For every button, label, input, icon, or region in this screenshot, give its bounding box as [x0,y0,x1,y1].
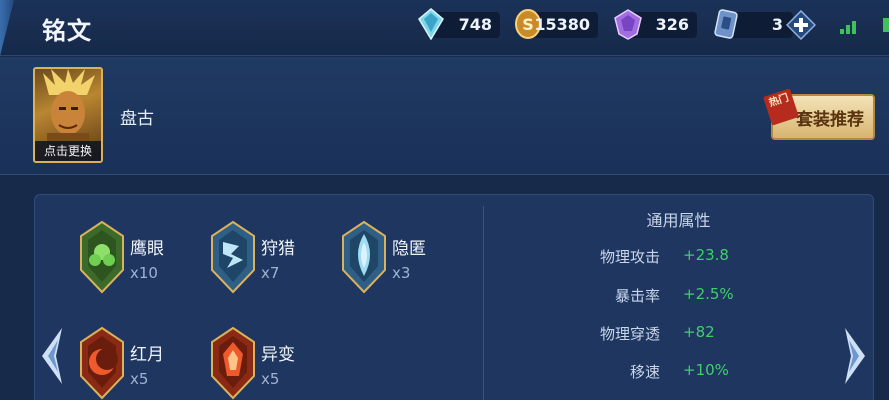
diamond-crystal-icon [418,8,444,44]
chevron-right-icon [845,328,865,384]
stat-value: +23.8 [683,246,729,264]
stat-row: 暴击率 +2.5% [483,285,874,307]
rune-item[interactable]: 狩猎 x7 [209,220,339,300]
rune-count: x5 [130,370,149,388]
top-bar: 铭文 748 S 15380 326 3 [0,0,889,56]
rune-count: x10 [130,264,158,282]
rune-item[interactable]: 异变 x5 [209,326,339,400]
stat-row: 物理攻击 +23.8 [483,246,874,268]
resource-value: 748 [458,15,492,34]
hero-strip: 点击更换 盘古 [0,57,889,175]
signal-icon [840,18,862,34]
hero-portrait[interactable]: 点击更换 [33,67,103,163]
rune-item[interactable]: 鹰眼 x10 [78,220,208,300]
chevron-left-icon [42,328,62,384]
prev-page-button[interactable] [38,326,66,386]
stat-row: 移速 +10% [483,361,874,383]
battery-edge [883,18,889,32]
stat-name: 物理穿透 [599,325,660,343]
rune-item[interactable]: 红月 x5 [78,326,208,400]
rune-name: 隐匿 [392,239,426,259]
stats-title: 通用属性 [646,211,711,230]
stat-name: 暴击率 [614,287,660,305]
rune-name: 红月 [130,345,164,365]
rune-hunt-icon [211,220,255,294]
rune-redmoon-icon [80,326,124,400]
rune-name: 鹰眼 [130,239,164,259]
back-corner[interactable] [0,0,14,56]
stat-row: 物理穿透 +82 [483,323,874,345]
resource-diamond: 748 [418,8,500,41]
stat-name: 物理攻击 [599,248,660,266]
rune-count: x3 [392,264,411,282]
stat-value: +10% [683,361,729,379]
resource-value: 15380 [534,15,590,34]
rune-item[interactable]: 隐匿 x3 [340,220,470,300]
set-recommend-button[interactable]: 热门 套装推荐 [763,88,875,140]
resource-value: 3 [771,15,783,34]
add-resource-button[interactable] [785,9,817,41]
stat-value: +2.5% [683,285,734,303]
resource-value: 326 [655,15,689,34]
stat-value: +82 [683,323,715,341]
rune-stealth-icon [342,220,386,294]
rune-hawkeye-icon [80,220,124,294]
rune-mutation-icon [211,326,255,400]
resource-ticket: 3 [714,9,793,39]
rune-name: 狩猎 [261,239,295,259]
svg-text:S: S [522,15,534,34]
hero-name: 盘古 [120,109,154,129]
ticket-card-icon [713,8,739,44]
rune-count: x7 [261,264,280,282]
stat-name: 移速 [629,363,660,381]
change-hero-label[interactable]: 点击更换 [35,141,101,161]
rune-count: x5 [261,370,280,388]
resource-gem: 326 [614,9,697,40]
purple-gem-icon [613,8,643,44]
resource-gold: S 15380 [515,9,598,39]
page-title: 铭文 [42,17,92,45]
next-page-button[interactable] [841,326,869,386]
rune-name: 异变 [261,345,295,365]
set-recommend-label: 套装推荐 [796,109,864,130]
